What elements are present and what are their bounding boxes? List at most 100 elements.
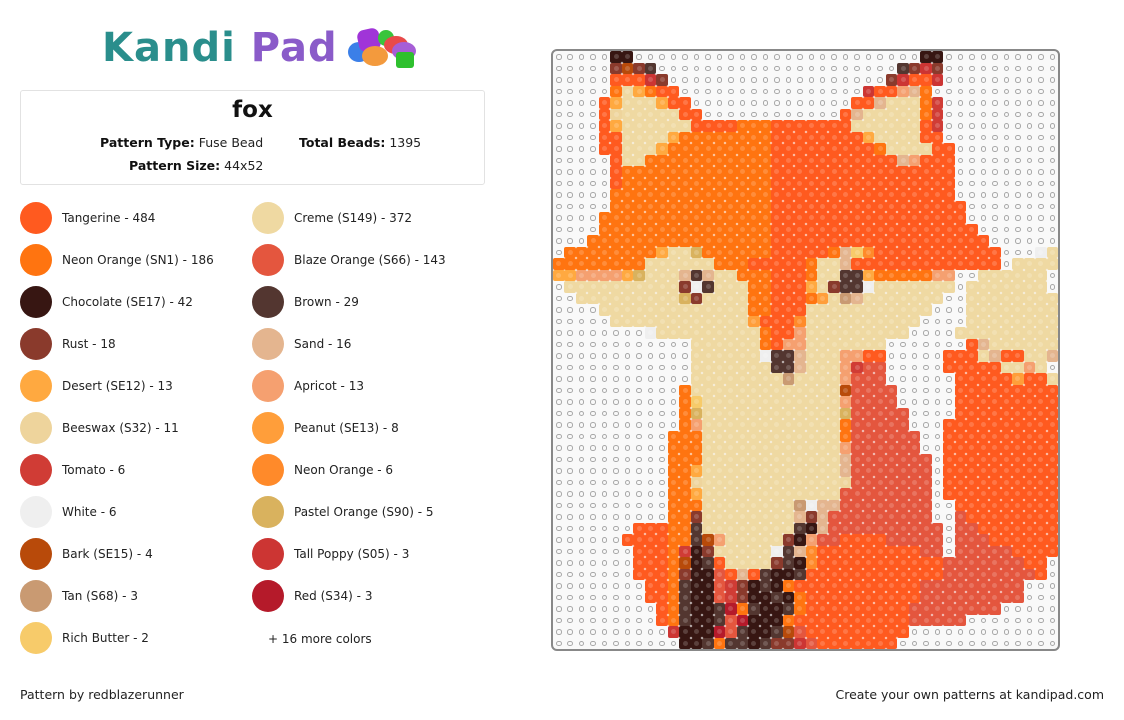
empty-peg <box>633 592 645 604</box>
bead <box>943 223 955 235</box>
bead <box>656 269 668 281</box>
empty-peg <box>817 74 829 86</box>
bead <box>862 626 875 638</box>
empty-peg <box>1012 109 1024 121</box>
bead <box>1046 488 1058 500</box>
bead <box>851 154 863 166</box>
bead <box>874 327 886 339</box>
bead <box>713 361 726 373</box>
empty-peg <box>587 350 599 362</box>
empty-peg <box>599 385 611 397</box>
empty-peg <box>587 500 599 512</box>
bead <box>805 534 817 546</box>
bead <box>610 258 622 270</box>
bead <box>931 545 944 557</box>
kandipad-promo-link[interactable]: Create your own patterns at kandipad.com <box>835 687 1104 702</box>
empty-peg <box>564 500 576 512</box>
empty-peg <box>760 86 772 98</box>
bead <box>598 212 611 224</box>
bead <box>977 568 990 580</box>
empty-peg <box>943 109 955 121</box>
bead <box>897 223 909 235</box>
bead <box>897 465 909 477</box>
bead <box>679 614 691 626</box>
kandipad-logo[interactable]: Kandi Pad <box>102 26 424 70</box>
bead <box>816 166 829 178</box>
empty-peg <box>622 615 634 627</box>
empty-peg <box>978 109 990 121</box>
color-swatch <box>20 454 52 486</box>
empty-peg <box>1001 51 1013 63</box>
empty-peg <box>955 293 967 305</box>
bead <box>1012 292 1024 304</box>
empty-peg <box>610 442 622 454</box>
bead <box>851 534 863 546</box>
empty-peg <box>1024 51 1036 63</box>
bead <box>702 223 714 235</box>
bead <box>977 419 990 431</box>
empty-peg <box>1024 603 1036 615</box>
bead <box>771 442 783 454</box>
bead <box>690 522 703 534</box>
bead <box>771 338 783 350</box>
bead <box>725 488 737 500</box>
bead <box>679 281 691 293</box>
bead <box>794 568 806 580</box>
empty-peg <box>943 546 955 558</box>
empty-peg <box>863 63 875 75</box>
bead <box>862 545 875 557</box>
empty-peg <box>553 166 565 178</box>
empty-peg <box>599 454 611 466</box>
bead <box>851 223 863 235</box>
bead <box>828 131 840 143</box>
bead <box>725 373 737 385</box>
bead <box>989 258 1001 270</box>
bead <box>782 361 795 373</box>
bead <box>920 154 932 166</box>
bead <box>771 396 783 408</box>
bead <box>713 511 726 523</box>
bead <box>862 580 875 592</box>
bead <box>702 338 714 350</box>
pattern-author[interactable]: Pattern by redblazerunner <box>20 687 184 702</box>
bead <box>828 442 840 454</box>
empty-peg <box>897 638 909 650</box>
bead <box>575 292 588 304</box>
empty-peg <box>553 638 565 650</box>
empty-peg <box>783 97 795 109</box>
bead <box>874 212 886 224</box>
bead <box>943 350 955 362</box>
total-beads: Total Beads: 1395 <box>299 135 422 150</box>
more-colors-link[interactable]: + 16 more colors <box>268 632 372 646</box>
bead <box>897 154 909 166</box>
empty-peg <box>656 511 668 523</box>
empty-peg <box>645 51 657 63</box>
empty-peg <box>610 396 622 408</box>
bead <box>908 120 921 132</box>
empty-peg <box>668 339 680 351</box>
bead <box>702 557 714 569</box>
empty-peg <box>989 212 1001 224</box>
bead <box>908 154 921 166</box>
empty-peg <box>645 408 657 420</box>
bead <box>908 465 921 477</box>
empty-peg <box>553 557 565 569</box>
empty-peg <box>943 373 955 385</box>
bead <box>725 534 737 546</box>
bead <box>1000 465 1013 477</box>
bead <box>656 614 668 626</box>
bead <box>851 338 863 350</box>
bead <box>713 488 726 500</box>
bead <box>1012 258 1024 270</box>
bead <box>839 488 852 500</box>
bead <box>736 580 749 592</box>
bead <box>644 580 657 592</box>
bead <box>931 522 944 534</box>
empty-peg <box>576 534 588 546</box>
bead <box>725 177 737 189</box>
empty-peg <box>553 316 565 328</box>
bead <box>725 315 737 327</box>
empty-peg <box>920 362 932 374</box>
bead <box>1023 315 1036 327</box>
bead <box>621 74 634 86</box>
